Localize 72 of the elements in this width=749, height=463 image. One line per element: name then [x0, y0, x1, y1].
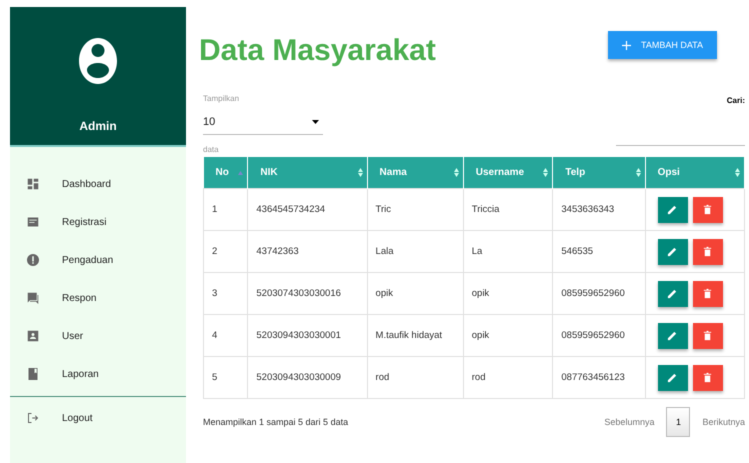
table-cell: rod [463, 356, 553, 398]
pencil-icon [667, 372, 678, 383]
logout-icon [27, 412, 39, 424]
trash-icon [702, 204, 714, 215]
page-button[interactable]: 1 [666, 407, 690, 437]
chat-icon [27, 292, 39, 304]
table-cell: 085959652960 [552, 314, 646, 356]
user-name: Admin [79, 119, 117, 133]
book-icon [27, 368, 39, 380]
table-cell: La [463, 230, 553, 272]
delete-button[interactable] [692, 280, 723, 306]
edit-button[interactable] [658, 238, 688, 264]
menu-item[interactable]: User [10, 317, 186, 355]
previous-link[interactable]: Sebelumnya [604, 417, 654, 427]
table-cell: 4364545734234 [248, 188, 368, 230]
search-label: Cari: [726, 96, 745, 105]
trash-icon [702, 372, 714, 383]
menu-item[interactable]: Respon [10, 279, 186, 317]
trash-icon [702, 288, 714, 299]
table-cell: Lala [367, 230, 464, 272]
delete-button[interactable] [692, 196, 723, 222]
page-title: Data Masyarakat [199, 34, 436, 68]
menu-item[interactable]: Laporan [10, 355, 186, 393]
dropdown-caret-icon [312, 117, 319, 126]
edit-button[interactable] [658, 364, 688, 390]
edit-button[interactable] [658, 280, 688, 306]
plus-icon [622, 40, 631, 50]
table-cell: 546535 [552, 230, 646, 272]
grid-icon [27, 178, 39, 190]
table-cell: 087763456123 [552, 356, 646, 398]
logout-item[interactable]: Logout [10, 399, 186, 437]
table-cell: 085959652960 [552, 272, 646, 314]
table-cell: 5203094303030009 [248, 356, 368, 398]
exclamation-icon [27, 254, 39, 266]
table-cell: 5203094303030001 [248, 314, 368, 356]
table-cell: 3453636343 [552, 188, 646, 230]
entries-select[interactable]: 10 [203, 109, 323, 135]
table-cell: opik [367, 272, 464, 314]
table-cell: 43742363 [248, 230, 368, 272]
table-cell: 5 [204, 356, 248, 398]
trash-icon [702, 330, 714, 341]
table-cell: 1 [204, 188, 248, 230]
length-suffix: data [203, 145, 220, 154]
table-cell: rod [367, 356, 464, 398]
edit-button[interactable] [658, 196, 688, 222]
user-card-icon [27, 330, 39, 342]
table-cell: 4 [204, 314, 248, 356]
table-cell: 3 [204, 272, 248, 314]
table-cell: M.taufik hidayat [367, 314, 464, 356]
edit-button[interactable] [658, 322, 688, 348]
form-icon [27, 216, 39, 228]
menu-item[interactable]: Pengaduan [10, 241, 186, 279]
menu-item[interactable]: Dashboard [10, 165, 186, 203]
table-cell: 2 [204, 230, 248, 272]
delete-button[interactable] [692, 238, 723, 264]
pencil-icon [667, 246, 678, 257]
pencil-icon [667, 288, 678, 299]
delete-button[interactable] [692, 322, 723, 348]
table-cell: 5203074303030016 [248, 272, 368, 314]
table-cell: opik [463, 272, 553, 314]
pencil-icon [667, 330, 678, 341]
menu-item[interactable]: Registrasi [10, 203, 186, 241]
trash-icon [702, 246, 714, 257]
next-link[interactable]: Berikutnya [702, 417, 745, 427]
table-cell: opik [463, 314, 553, 356]
length-label: Tampilkan [203, 94, 240, 103]
table-info: Menampilkan 1 sampai 5 dari 5 data [203, 417, 348, 427]
pencil-icon [667, 204, 678, 215]
avatar-icon [79, 38, 117, 84]
table-cell: Triccia [463, 188, 553, 230]
table-cell: Tric [367, 188, 464, 230]
delete-button[interactable] [692, 364, 723, 390]
